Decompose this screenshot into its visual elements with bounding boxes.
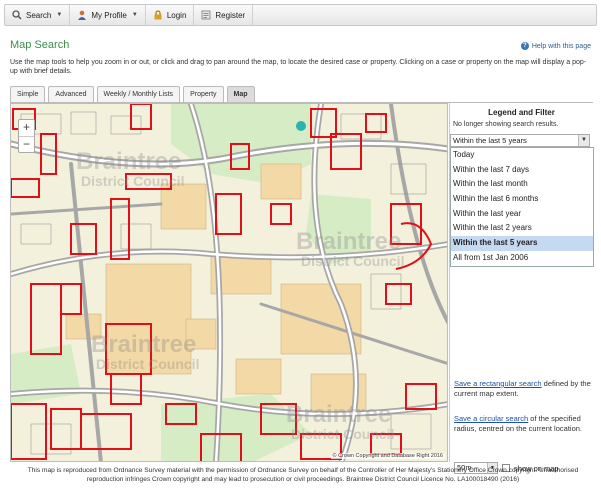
map-canvas[interactable]: Braintree District Council Braintree Dis…: [10, 103, 448, 462]
tab-simple[interactable]: Simple: [10, 86, 46, 102]
legend-note: No longer showing search results.: [453, 121, 559, 128]
help-link[interactable]: ? Help with this page: [520, 42, 591, 50]
login-button[interactable]: Login: [146, 5, 195, 25]
tab-weekly-monthly-lists[interactable]: Weekly / Monthly Lists: [96, 86, 181, 102]
user-icon: [78, 10, 87, 20]
zoom-control: + −: [18, 119, 35, 153]
my-profile-button[interactable]: My Profile ▼: [70, 5, 146, 25]
watermark-name-2: Braintree: [296, 228, 401, 255]
date-filter-select[interactable]: Within the last 5 years ▼: [450, 134, 590, 147]
watermark-council-1: District Council: [81, 173, 184, 189]
chevron-down-icon: ▼: [56, 12, 63, 18]
date-option-today[interactable]: Today: [451, 148, 593, 163]
search-icon: [12, 10, 22, 20]
rectangular-search-block: Save a rectangular search defined by the…: [454, 379, 594, 398]
date-option-7-days[interactable]: Within the last 7 days: [451, 163, 593, 178]
date-option-5-years[interactable]: Within the last 5 years: [451, 236, 593, 251]
watermark-name-4: Braintree: [286, 401, 391, 428]
chevron-down-icon: ▼: [131, 12, 138, 18]
register-label: Register: [215, 10, 246, 20]
tab-advanced[interactable]: Advanced: [48, 86, 94, 102]
tab-property[interactable]: Property: [183, 86, 224, 102]
date-option-year[interactable]: Within the last year: [451, 207, 593, 222]
legend-title: Legend and Filter: [488, 108, 555, 117]
help-icon: ?: [520, 42, 529, 50]
register-icon: [202, 10, 211, 20]
map-graphic: Braintree District Council Braintree Dis…: [11, 104, 447, 461]
lock-icon: [154, 10, 162, 20]
zoom-out-button[interactable]: −: [19, 136, 34, 152]
intro-text: Use the map tools to help you zoom in or…: [10, 59, 587, 75]
page-title: Map Search: [10, 39, 70, 51]
save-circular-search-link[interactable]: Save a circular search: [454, 414, 528, 423]
my-profile-label: My Profile: [91, 10, 127, 20]
date-option-all[interactable]: All from 1st Jan 2006: [451, 251, 593, 266]
date-option-6-months[interactable]: Within the last 6 months: [451, 192, 593, 207]
search-menu-label: Search: [26, 10, 52, 20]
search-tabs: Simple Advanced Weekly / Monthly Lists P…: [10, 86, 255, 102]
watermark-council-3: District Council: [96, 356, 199, 372]
legend-panel: Legend and Filter No longer showing sear…: [449, 103, 594, 474]
date-option-month[interactable]: Within the last month: [451, 177, 593, 192]
date-option-2-years[interactable]: Within the last 2 years: [451, 221, 593, 236]
watermark-name-3: Braintree: [91, 331, 196, 358]
circular-search-block: Save a circular search of the specified …: [454, 414, 594, 433]
watermark-council-4: District Council: [291, 426, 394, 442]
copyright-footnote: This map is reproduced from Ordnance Sur…: [27, 467, 579, 483]
save-rectangular-search-link[interactable]: Save a rectangular search: [454, 379, 542, 388]
tab-map[interactable]: Map: [226, 86, 255, 102]
top-toolbar: Search ▼ My Profile ▼ Login Register: [4, 4, 597, 26]
map-marker: [296, 121, 306, 131]
help-label: Help with this page: [531, 42, 591, 50]
date-filter-options: Today Within the last 7 days Within the …: [450, 147, 594, 267]
map-copyright: © Crown Copyright and Database Right 201…: [330, 453, 445, 459]
search-menu-button[interactable]: Search ▼: [5, 5, 71, 25]
register-button[interactable]: Register: [194, 5, 254, 25]
zoom-in-button[interactable]: +: [19, 120, 34, 136]
chevron-down-icon: ▼: [578, 135, 589, 146]
login-label: Login: [166, 10, 187, 20]
watermark-name-1: Braintree: [76, 148, 181, 175]
watermark-council-2: District Council: [301, 253, 404, 269]
date-filter-value: Within the last 5 years: [453, 136, 527, 145]
